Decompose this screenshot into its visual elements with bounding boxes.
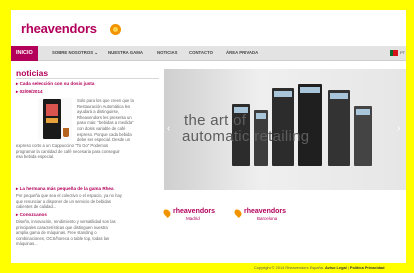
nav-item-inicio[interactable]: INICIO <box>11 46 38 61</box>
news-item-title[interactable]: ▸ Conozcanos <box>16 212 47 218</box>
vending-machine-image <box>354 106 372 166</box>
location-pin-icon <box>233 208 243 218</box>
news-item-text: Solo para los que creen que la Restaurac… <box>77 98 134 143</box>
page-container: rheavendors INICIO SOBRE NOSOTROS ⌄ NUES… <box>11 10 406 263</box>
slider-prev-icon[interactable]: ‹ <box>167 123 170 134</box>
nav-item-nuestra-gama[interactable]: NUESTRA GAMA <box>108 50 143 55</box>
brand-logo[interactable]: rheavendors <box>21 21 97 36</box>
nav-item-area-privada[interactable]: ÁREA PRIVADA <box>226 50 258 55</box>
nav-item-sobre-nosotros[interactable]: SOBRE NOSOTROS ⌄ <box>52 50 98 56</box>
section-divider <box>16 78 159 79</box>
copyright-text: Copyright © 2014 Rheavendors España. <box>254 265 324 270</box>
hero-slider[interactable]: the art of automatic retailing ‹ › <box>164 69 406 190</box>
news-item-title[interactable]: ▸ La hermana más pequeña de la gama Rhea <box>16 186 114 192</box>
main-navigation: INICIO SOBRE NOSOTROS ⌄ NUESTRA GAMA NOT… <box>11 46 406 61</box>
portugal-flag-icon[interactable] <box>390 50 398 56</box>
location-pin-icon <box>162 208 172 218</box>
footer-separator: | <box>347 265 349 270</box>
news-item-date: ▸ 02/09/2014 <box>16 89 43 94</box>
slider-next-icon[interactable]: › <box>397 123 400 134</box>
coffee-machine-thumbnail[interactable] <box>38 98 72 140</box>
hero-slogan: the art of automatic retailing <box>182 112 310 145</box>
footer: Copyright © 2014 Rheavendors España. Avi… <box>254 265 385 270</box>
news-item-text-continued: expreso corto a un Cappuccino "To Go" Po… <box>16 143 120 160</box>
vending-machine-image <box>328 90 350 166</box>
nav-item-noticias[interactable]: NOTICIAS <box>157 50 178 55</box>
news-item-text: Por pequeña que sea el colectivo o el es… <box>16 193 122 210</box>
privacy-policy-link[interactable]: Política Privacidad <box>350 265 385 270</box>
language-label[interactable]: PT <box>400 50 405 55</box>
nav-item-contacto[interactable]: CONTACTO <box>189 50 213 55</box>
news-section-title: noticias <box>16 68 49 78</box>
news-item-text: Diseño, innovación, rendimiento y versat… <box>16 219 116 247</box>
news-item-title[interactable]: ▸ Cada selección con su dosis justa <box>16 81 94 87</box>
legal-notice-link[interactable]: Aviso Legal <box>325 265 347 270</box>
brand-logo-dot-icon <box>110 24 121 35</box>
